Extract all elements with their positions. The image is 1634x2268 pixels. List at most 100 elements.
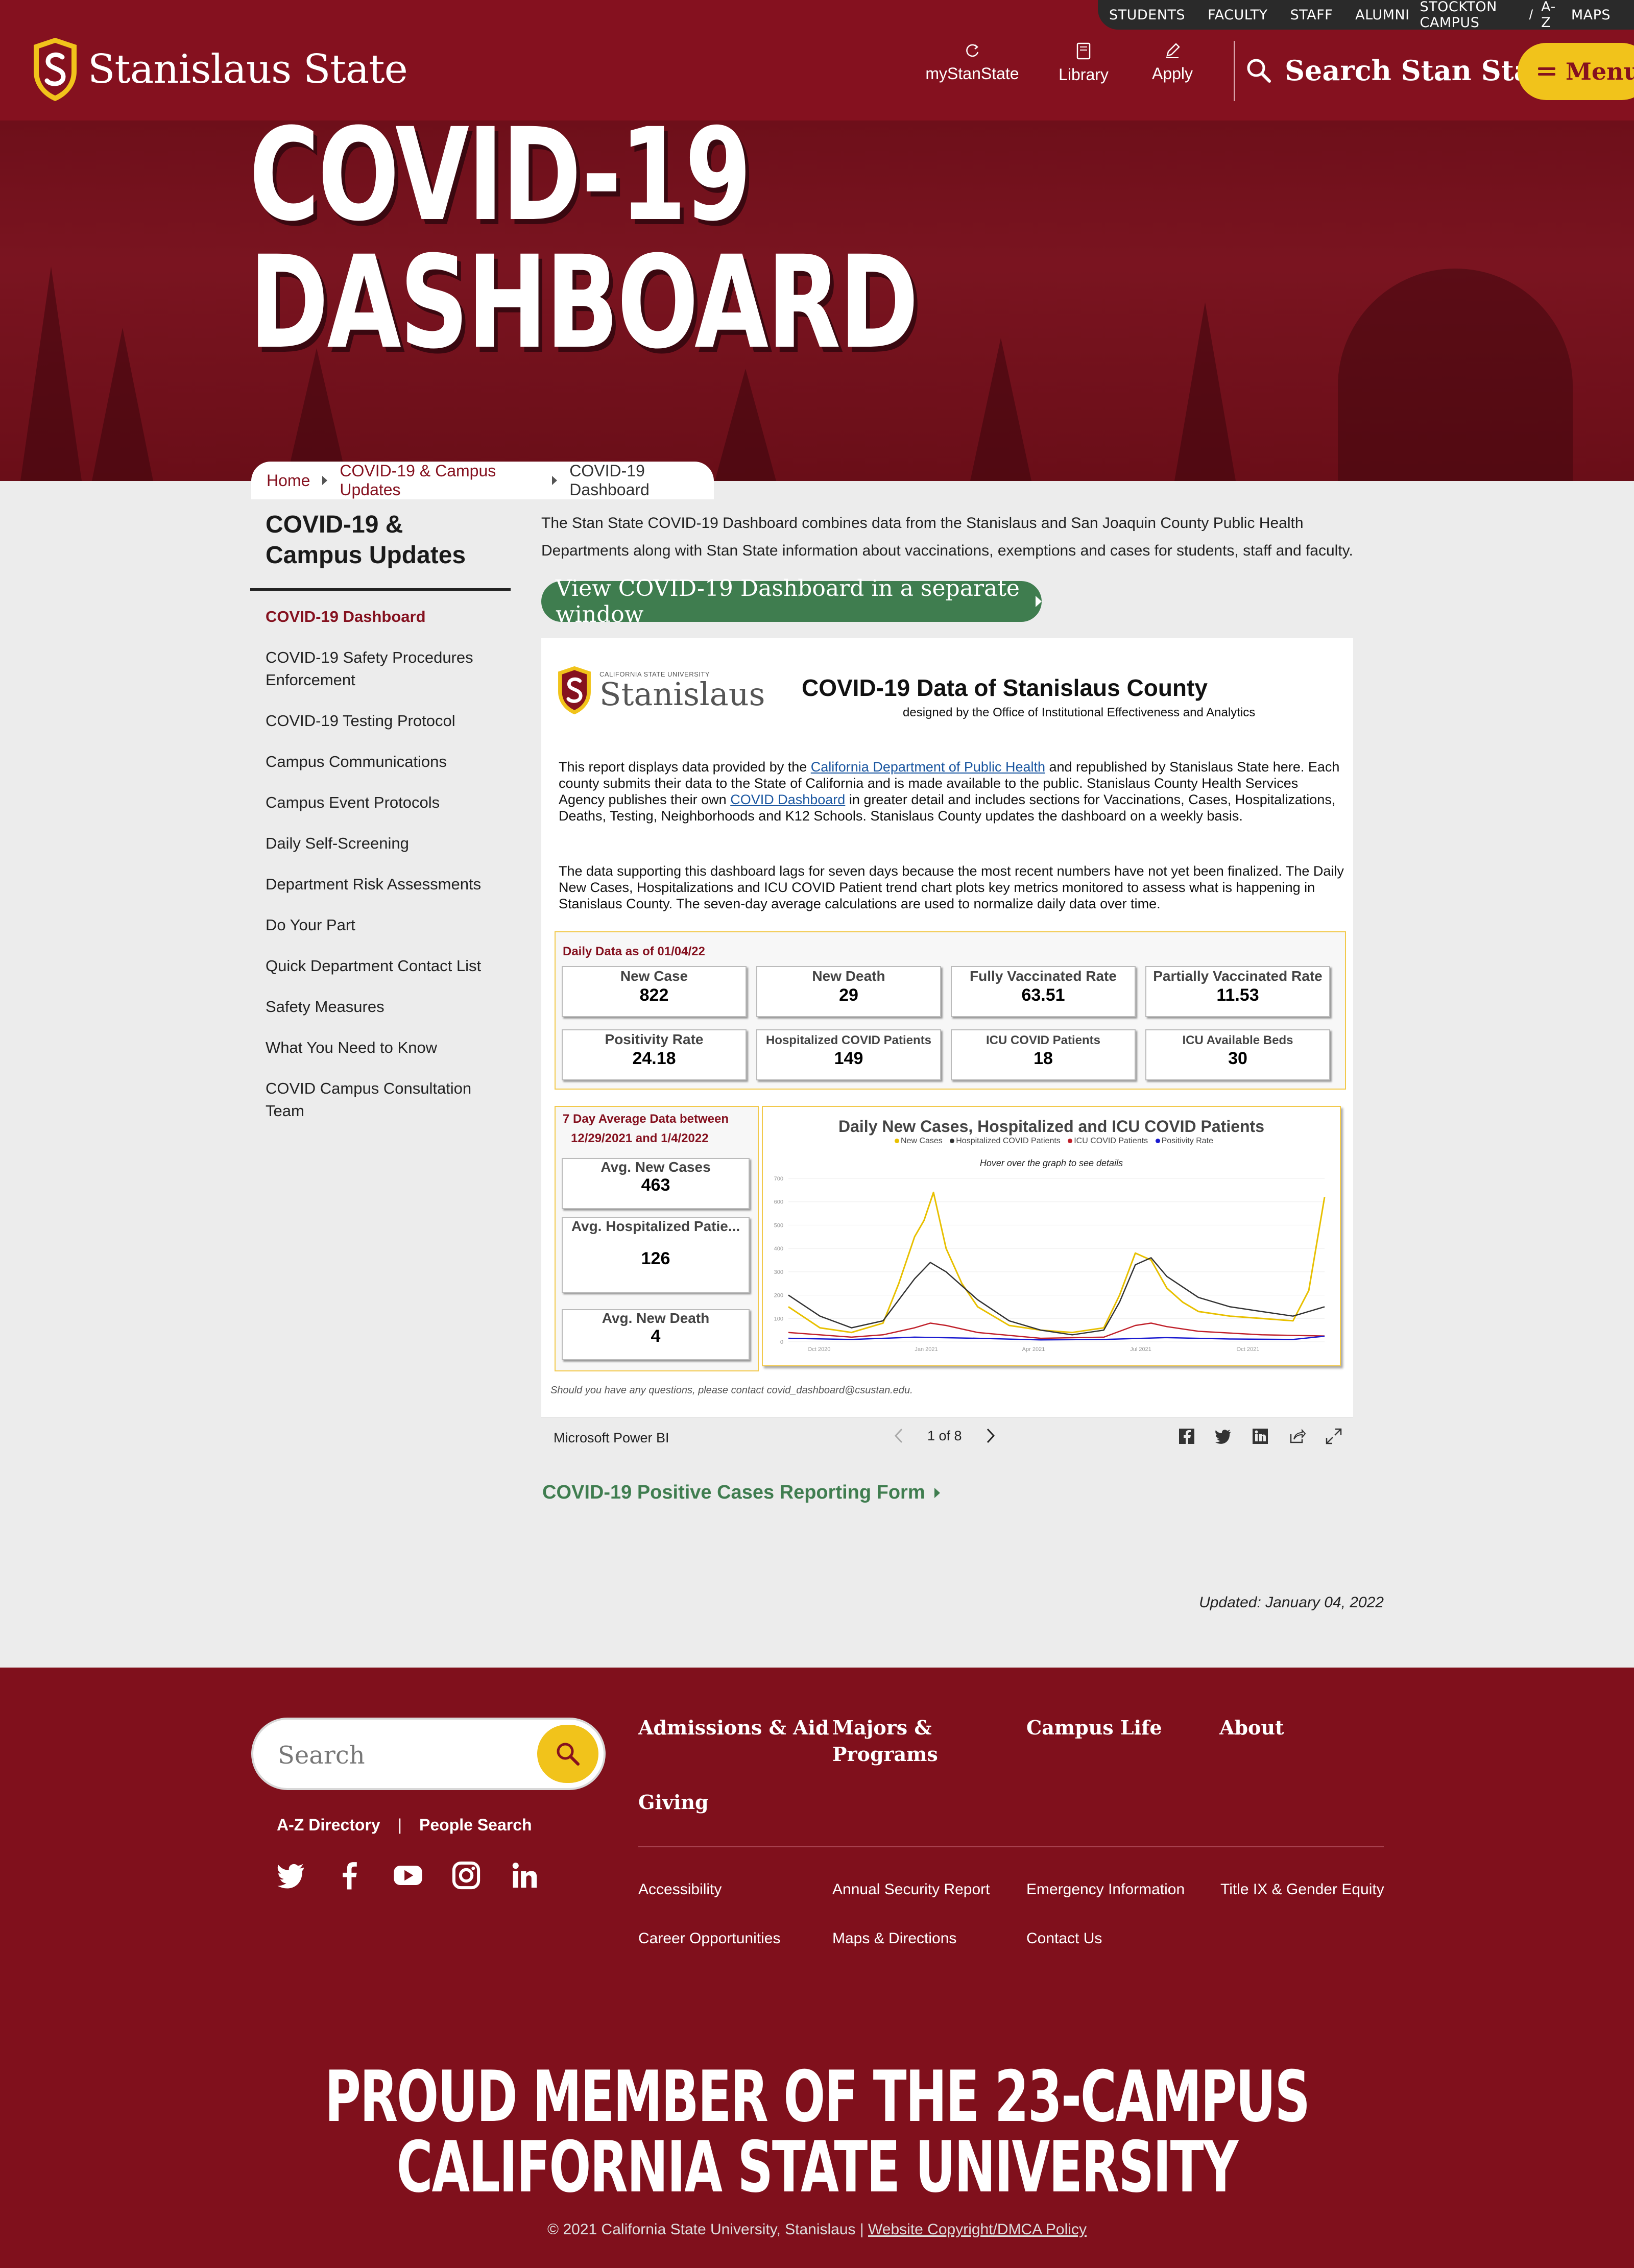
footer-search-button[interactable] bbox=[537, 1725, 598, 1783]
site-logo[interactable]: Stanislaus State bbox=[32, 36, 408, 103]
legend-item: Positivity Rate bbox=[1161, 1137, 1213, 1145]
breadcrumb-arrow-icon bbox=[322, 476, 328, 485]
footer-link-majors[interactable]: Majors & Programs bbox=[832, 1715, 960, 1768]
footer-link-accessibility[interactable]: Accessibility bbox=[638, 1881, 722, 1898]
covid-dashboard-link[interactable]: COVID Dashboard bbox=[730, 792, 845, 807]
book-icon bbox=[1076, 42, 1091, 60]
view-dashboard-button[interactable]: View COVID-19 Dashboard in a separate wi… bbox=[541, 575, 1042, 628]
sidebar-item-risk-assessments[interactable]: Department Risk Assessments bbox=[266, 873, 500, 896]
library-link[interactable]: Library bbox=[1032, 42, 1135, 84]
cdph-link[interactable]: California Department of Public Health bbox=[811, 759, 1045, 775]
linkedin-icon[interactable] bbox=[509, 1860, 540, 1891]
utility-separator: / bbox=[1529, 7, 1533, 22]
footer-search-input[interactable]: Search bbox=[278, 1741, 365, 1770]
search-icon bbox=[557, 1743, 580, 1766]
report-pager: 1 of 8 bbox=[894, 1427, 996, 1444]
footer-link-contact[interactable]: Contact Us bbox=[1026, 1930, 1102, 1947]
sidebar-nav: COVID-19 Dashboard COVID-19 Safety Proce… bbox=[266, 606, 500, 1141]
twitter-icon[interactable] bbox=[276, 1860, 307, 1891]
kpi-card[interactable]: New Case 822 bbox=[562, 966, 747, 1017]
social-links bbox=[276, 1860, 540, 1891]
sidebar-item-contact-list[interactable]: Quick Department Contact List bbox=[266, 955, 500, 977]
dmca-policy-link[interactable]: Website Copyright/DMCA Policy bbox=[868, 2221, 1087, 2238]
avg-kpi-card[interactable]: Avg. Hospitalized Patie... 126 bbox=[562, 1217, 750, 1293]
y-tick-label: 100 bbox=[774, 1316, 783, 1322]
sidebar-item-do-your-part[interactable]: Do Your Part bbox=[266, 914, 500, 936]
footer-link-title-ix[interactable]: Title IX & Gender Equity bbox=[1220, 1881, 1384, 1898]
kpi-card[interactable]: Partially Vaccinated Rate 11.53 bbox=[1145, 966, 1330, 1017]
report-paragraph-2: The data supporting this dashboard lags … bbox=[559, 863, 1344, 911]
sidebar-title: COVID-19 & Campus Updates bbox=[266, 511, 466, 569]
avg-kpi-card[interactable]: Avg. New Cases 463 bbox=[562, 1158, 750, 1209]
arrow-right-icon bbox=[1036, 596, 1042, 607]
breadcrumb-current: COVID-19 Dashboard bbox=[569, 462, 650, 499]
sidebar-item-testing-protocol[interactable]: COVID-19 Testing Protocol bbox=[266, 710, 500, 732]
footer-link-emergency[interactable]: Emergency Information bbox=[1026, 1881, 1185, 1898]
separator: | bbox=[397, 1816, 402, 1834]
kpi-card[interactable]: ICU Available Beds 30 bbox=[1145, 1029, 1330, 1080]
footer-link-about[interactable]: About bbox=[1219, 1715, 1284, 1741]
chevron-left-icon[interactable] bbox=[894, 1427, 905, 1444]
report-paragraph-1: This report displays data provided by th… bbox=[559, 759, 1340, 824]
sidebar-item-consultation-team[interactable]: COVID Campus Consultation Team bbox=[266, 1077, 500, 1122]
linkedin-share-icon[interactable] bbox=[1251, 1427, 1269, 1445]
avg-kpi-card[interactable]: Avg. New Death 4 bbox=[562, 1309, 750, 1360]
footer-link-maps[interactable]: Maps & Directions bbox=[832, 1930, 956, 1947]
x-tick-label: Jan 2021 bbox=[915, 1346, 938, 1353]
az-directory-link[interactable]: A-Z Directory bbox=[277, 1816, 380, 1835]
header-search[interactable]: Search Stan State bbox=[1245, 54, 1562, 87]
sidebar-item-self-screening[interactable]: Daily Self-Screening bbox=[266, 832, 500, 855]
share-icon[interactable] bbox=[1288, 1427, 1306, 1445]
sidebar-item-covid-dashboard[interactable]: COVID-19 Dashboard bbox=[266, 606, 500, 628]
footer-link-giving[interactable]: Giving bbox=[638, 1789, 709, 1816]
breadcrumb-home[interactable]: Home bbox=[267, 471, 310, 490]
people-search-link[interactable]: People Search bbox=[419, 1816, 532, 1835]
chart-hover-note: Hover over the graph to see details bbox=[979, 1158, 1123, 1168]
x-tick-label: Jul 2021 bbox=[1130, 1346, 1151, 1353]
footer-link-careers[interactable]: Career Opportunities bbox=[638, 1930, 780, 1947]
utility-link-students[interactable]: STUDENTS bbox=[1098, 7, 1196, 23]
trend-chart[interactable]: 0 100 200 300 400 500 600 700 Oct 2020 Jan 2021 Ap… bbox=[762, 1106, 1341, 1366]
utility-link-alumni[interactable]: ALUMNI bbox=[1344, 7, 1414, 23]
page-indicator: 1 of 8 bbox=[927, 1428, 962, 1443]
utility-link-maps[interactable]: MAPS bbox=[1566, 7, 1622, 23]
fullscreen-icon[interactable] bbox=[1325, 1427, 1343, 1445]
youtube-icon[interactable] bbox=[392, 1860, 424, 1891]
breadcrumb-parent[interactable]: COVID-19 & Campus Updates bbox=[340, 462, 540, 499]
sidebar-item-campus-communications[interactable]: Campus Communications bbox=[266, 751, 500, 773]
sidebar-item-need-to-know[interactable]: What You Need to Know bbox=[266, 1036, 500, 1059]
menu-button[interactable]: Menu bbox=[1518, 43, 1634, 100]
mystanstate-link[interactable]: myStanState bbox=[921, 42, 1023, 83]
footer-search[interactable]: Search bbox=[251, 1718, 606, 1790]
utility-link-staff[interactable]: STAFF bbox=[1279, 7, 1344, 23]
positive-cases-form-link[interactable]: COVID-19 Positive Cases Reporting Form bbox=[542, 1482, 940, 1504]
facebook-icon[interactable] bbox=[334, 1860, 366, 1891]
kpi-card[interactable]: Hospitalized COVID Patients 149 bbox=[756, 1029, 941, 1080]
powerbi-embed[interactable]: CALIFORNIA STATE UNIVERSITY Stanislaus C… bbox=[541, 638, 1353, 1417]
kpi-card[interactable]: New Death 29 bbox=[756, 966, 941, 1017]
chevron-right-icon[interactable] bbox=[984, 1427, 996, 1444]
powerbi-brand[interactable]: Microsoft Power BI bbox=[554, 1430, 669, 1446]
twitter-share-icon[interactable] bbox=[1214, 1427, 1233, 1445]
kpi-card[interactable]: ICU COVID Patients 18 bbox=[951, 1029, 1136, 1080]
footer-link-admissions[interactable]: Admissions & Aid bbox=[638, 1715, 829, 1741]
footer-link-campus-life[interactable]: Campus Life bbox=[1026, 1715, 1162, 1741]
utility-link-faculty[interactable]: FACULTY bbox=[1196, 7, 1279, 23]
sidebar-item-event-protocols[interactable]: Campus Event Protocols bbox=[266, 791, 500, 814]
utility-nav: STUDENTS FACULTY STAFF ALUMNI STOCKTON C… bbox=[1098, 0, 1634, 31]
mystanstate-label: myStanState bbox=[925, 64, 1019, 83]
utility-link-az[interactable]: A-Z bbox=[1534, 0, 1566, 31]
facebook-share-icon[interactable] bbox=[1178, 1427, 1196, 1445]
footer-link-security-report[interactable]: Annual Security Report bbox=[832, 1881, 990, 1898]
apply-label: Apply bbox=[1151, 64, 1193, 83]
refresh-icon bbox=[966, 44, 979, 57]
series-line bbox=[788, 1191, 1326, 1334]
breadcrumb: Home COVID-19 & Campus Updates COVID-19 … bbox=[251, 462, 714, 499]
utility-link-stockton[interactable]: STOCKTON CAMPUS bbox=[1415, 0, 1528, 31]
kpi-card[interactable]: Positivity Rate 24.18 bbox=[562, 1029, 747, 1080]
instagram-icon[interactable] bbox=[450, 1860, 482, 1891]
sidebar-item-safety-measures[interactable]: Safety Measures bbox=[266, 996, 500, 1018]
sidebar-item-safety-procedures[interactable]: COVID-19 Safety Procedures Enforcement bbox=[266, 646, 500, 691]
kpi-card[interactable]: Fully Vaccinated Rate 63.51 bbox=[951, 966, 1136, 1017]
apply-link[interactable]: Apply bbox=[1121, 42, 1223, 83]
